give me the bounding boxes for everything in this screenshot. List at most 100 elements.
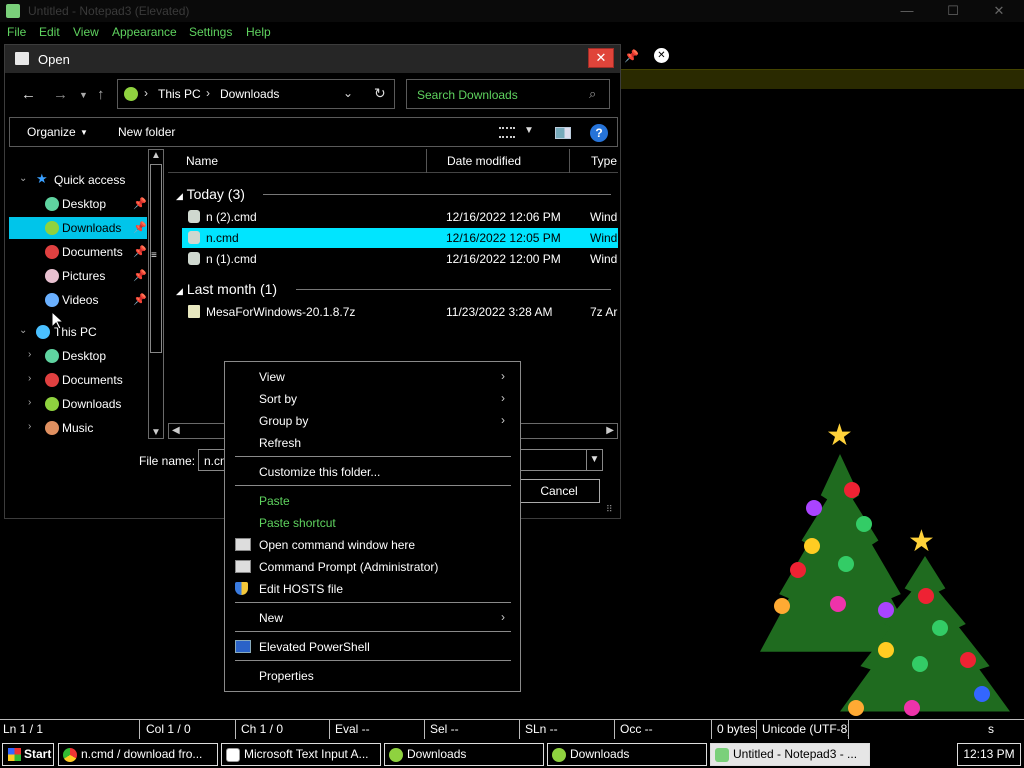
breadcrumb-this-pc[interactable]: This PC (158, 87, 201, 101)
start-button[interactable]: Start (2, 743, 54, 766)
nav-videos-quick[interactable]: Videos 📌 (9, 289, 147, 311)
close-button[interactable]: ✕ (976, 0, 1022, 22)
menu-help[interactable]: Help (246, 25, 271, 39)
column-name[interactable]: Name (186, 154, 218, 168)
nav-downloads-quick[interactable]: Downloads 📌 (9, 217, 147, 239)
status-eval[interactable]: Eval -- (332, 720, 425, 739)
new-folder-button[interactable]: New folder (118, 125, 175, 139)
chevron-down-icon[interactable]: ⌄ (19, 173, 27, 184)
close-circle-icon[interactable]: ✕ (654, 48, 669, 63)
status-selected-lines[interactable]: SLn -- (522, 720, 615, 739)
ctx-new[interactable]: New › (225, 607, 520, 629)
column-divider[interactable] (569, 149, 570, 173)
ctx-customize-folder[interactable]: Customize this folder... (225, 461, 520, 483)
taskbar-item-chrome[interactable]: n.cmd / download fro... (58, 743, 218, 766)
breadcrumb-downloads[interactable]: Downloads (220, 87, 279, 101)
file-row-selected[interactable]: n.cmd 12/16/2022 12:05 PM Wind (182, 228, 618, 248)
chevron-right-icon[interactable]: › (28, 397, 31, 408)
nav-music-pc[interactable]: › Music (9, 417, 147, 439)
help-icon[interactable]: ? (590, 124, 608, 142)
taskbar-item-notepad3[interactable]: Untitled - Notepad3 - ... (710, 743, 870, 766)
pin-icon[interactable]: 📌 (133, 221, 147, 234)
chevron-right-icon[interactable]: › (28, 349, 31, 360)
collapse-icon[interactable]: ◢ (176, 286, 183, 296)
system-clock[interactable]: 12:13 PM (957, 743, 1021, 766)
preview-pane-icon[interactable] (555, 127, 571, 139)
nav-desktop-quick[interactable]: Desktop 📌 (9, 193, 147, 215)
resize-grip-icon[interactable]: ⠿ (606, 504, 613, 515)
status-extra[interactable]: s (985, 720, 1023, 739)
status-column[interactable]: Col 1 / 0 (143, 720, 236, 739)
column-type[interactable]: Type (591, 154, 617, 168)
back-arrow-icon[interactable]: ← (21, 86, 36, 103)
cancel-button[interactable]: Cancel (518, 479, 600, 503)
status-occurrences[interactable]: Occ -- (617, 720, 712, 739)
ctx-view[interactable]: View › (225, 366, 520, 388)
nav-this-pc[interactable]: ⌄ This PC (9, 321, 147, 343)
minimize-button[interactable]: — (884, 0, 930, 22)
taskbar-item-downloads-1[interactable]: Downloads (384, 743, 544, 766)
ctx-edit-hosts[interactable]: Edit HOSTS file (225, 578, 520, 600)
status-char[interactable]: Ch 1 / 0 (238, 720, 330, 739)
menu-file[interactable]: File (7, 25, 26, 39)
refresh-icon[interactable]: ↻ (374, 85, 386, 102)
ctx-paste[interactable]: Paste (225, 490, 520, 512)
taskbar-item-text-input[interactable]: Microsoft Text Input A... (221, 743, 381, 766)
search-input[interactable]: Search Downloads ⌕ (406, 79, 610, 109)
dialog-close-button[interactable]: ✕ (588, 48, 614, 68)
nav-quick-access[interactable]: ⌄ ★ Quick access (9, 169, 147, 191)
scroll-down-icon[interactable]: ▼ (151, 427, 161, 438)
address-bar[interactable]: › This PC › Downloads ⌄ ↻ (117, 79, 395, 109)
ctx-command-prompt-admin[interactable]: Command Prompt (Administrator) (225, 556, 520, 578)
file-row[interactable]: n (1).cmd 12/16/2022 12:00 PM Wind (182, 249, 618, 269)
file-name-dropdown-icon[interactable]: ▼ (586, 450, 602, 470)
scroll-right-icon[interactable]: ▶ (606, 425, 614, 436)
group-header-last-month[interactable]: ◢ Last month (1) (176, 281, 277, 297)
status-selection[interactable]: Sel -- (427, 720, 520, 739)
nav-pane-scrollbar[interactable]: ▲ ≡ ▼ (148, 149, 164, 439)
breadcrumb-chevron-icon[interactable]: › (144, 86, 148, 100)
chevron-down-icon[interactable]: ⌄ (19, 325, 27, 336)
nav-desktop-pc[interactable]: › Desktop (9, 345, 147, 367)
ctx-group-by[interactable]: Group by › (225, 410, 520, 432)
organize-button[interactable]: Organize (27, 125, 76, 139)
nav-pictures-quick[interactable]: Pictures 📌 (9, 265, 147, 287)
collapse-icon[interactable]: ◢ (176, 191, 183, 201)
pin-icon[interactable]: 📌 (133, 197, 147, 210)
ctx-elevated-powershell[interactable]: Elevated PowerShell (225, 636, 520, 658)
forward-arrow-icon[interactable]: → (53, 86, 68, 103)
status-bytes[interactable]: 0 bytes (714, 720, 757, 739)
pin-icon[interactable]: 📌 (624, 49, 639, 63)
column-date-modified[interactable]: Date modified (447, 154, 521, 168)
up-arrow-icon[interactable]: ↑ (97, 86, 105, 103)
menu-edit[interactable]: Edit (39, 25, 60, 39)
breadcrumb-chevron-icon[interactable]: › (206, 86, 210, 100)
chevron-right-icon[interactable]: › (28, 421, 31, 432)
file-row[interactable]: MesaForWindows-20.1.8.7z 11/23/2022 3:28… (182, 302, 618, 322)
chevron-right-icon[interactable]: › (28, 373, 31, 384)
nav-downloads-pc[interactable]: › Downloads (9, 393, 147, 415)
menu-settings[interactable]: Settings (189, 25, 232, 39)
file-row[interactable]: n (2).cmd 12/16/2022 12:06 PM Wind (182, 207, 618, 227)
pin-icon[interactable]: 📌 (133, 245, 147, 258)
status-line[interactable]: Ln 1 / 1 (0, 720, 140, 739)
nav-documents-quick[interactable]: Documents 📌 (9, 241, 147, 263)
ctx-open-command-window[interactable]: Open command window here (225, 534, 520, 556)
maximize-button[interactable]: ☐ (930, 0, 976, 22)
ctx-properties[interactable]: Properties (225, 665, 520, 687)
view-options-icon[interactable] (499, 127, 515, 138)
scroll-left-icon[interactable]: ◀ (172, 425, 180, 436)
address-dropdown-icon[interactable]: ⌄ (343, 86, 353, 100)
ctx-paste-shortcut[interactable]: Paste shortcut (225, 512, 520, 534)
ctx-refresh[interactable]: Refresh (225, 432, 520, 454)
menu-appearance[interactable]: Appearance (112, 25, 177, 39)
menu-view[interactable]: View (73, 25, 99, 39)
pin-icon[interactable]: 📌 (133, 293, 147, 306)
status-encoding[interactable]: Unicode (UTF-8) (759, 720, 849, 739)
group-header-today[interactable]: ◢ Today (3) (176, 186, 245, 202)
recent-locations-chevron-icon[interactable]: ▼ (79, 90, 88, 100)
nav-documents-pc[interactable]: › Documents (9, 369, 147, 391)
pin-icon[interactable]: 📌 (133, 269, 147, 282)
organize-dropdown-icon[interactable]: ▼ (80, 128, 88, 137)
view-dropdown-icon[interactable]: ▼ (524, 125, 534, 136)
